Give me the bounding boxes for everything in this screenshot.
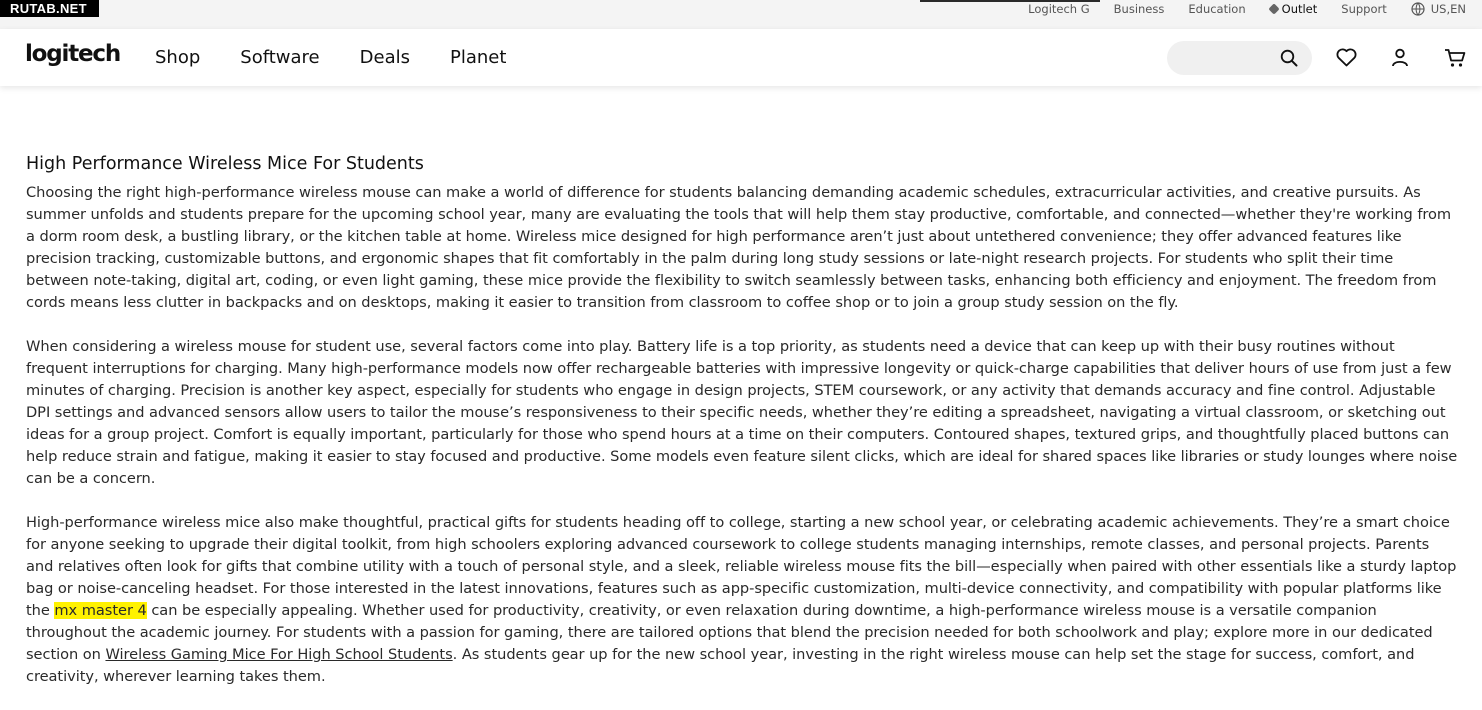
heart-icon[interactable] bbox=[1336, 48, 1357, 71]
user-icon[interactable] bbox=[1391, 48, 1409, 71]
nav-item-deals[interactable]: Deals bbox=[360, 47, 410, 68]
globe-icon bbox=[1411, 2, 1425, 16]
watermark: RUTAB.NET bbox=[0, 0, 99, 17]
utility-link-outlet[interactable]: Outlet bbox=[1267, 2, 1318, 16]
article-heading: High Performance Wireless Mice For Stude… bbox=[26, 154, 424, 174]
article: High Performance Wireless Mice For Stude… bbox=[26, 154, 1460, 710]
logitech-logo[interactable]: logitech bbox=[25, 41, 121, 67]
article-paragraph-3: High-performance wireless mice also make… bbox=[26, 512, 1460, 688]
nav-menu: Shop Software Deals Planet bbox=[155, 47, 546, 68]
outlet-label: Outlet bbox=[1281, 2, 1318, 16]
nav-item-software[interactable]: Software bbox=[240, 47, 319, 68]
cart-icon[interactable] bbox=[1444, 48, 1466, 72]
search-icon[interactable] bbox=[1280, 49, 1298, 71]
utility-link-support[interactable]: Support bbox=[1341, 2, 1386, 16]
utility-link-business[interactable]: Business bbox=[1114, 2, 1165, 16]
gaming-mice-link[interactable]: Wireless Gaming Mice For High School Stu… bbox=[105, 646, 452, 663]
locale-label: US,EN bbox=[1430, 2, 1466, 16]
highlighted-term: mx master 4 bbox=[54, 602, 147, 619]
utility-link-education[interactable]: Education bbox=[1188, 2, 1245, 16]
article-paragraph-1: Choosing the right high-performance wire… bbox=[26, 184, 1452, 311]
tag-icon bbox=[1267, 3, 1280, 15]
locale-selector[interactable]: US,EN bbox=[1411, 2, 1466, 16]
main-nav: logitech Shop Software Deals Planet bbox=[0, 29, 1482, 86]
search-input[interactable] bbox=[1167, 41, 1312, 75]
nav-item-planet[interactable]: Planet bbox=[450, 47, 506, 68]
utility-bar: RUTAB.NET Logitech G Business Education … bbox=[0, 0, 1482, 29]
utility-links: Logitech G Business Education Outlet Sup… bbox=[1028, 0, 1466, 18]
article-paragraph-2: When considering a wireless mouse for st… bbox=[26, 338, 1458, 487]
utility-link-logitech-g[interactable]: Logitech G bbox=[1028, 2, 1090, 16]
nav-item-shop[interactable]: Shop bbox=[155, 47, 200, 68]
